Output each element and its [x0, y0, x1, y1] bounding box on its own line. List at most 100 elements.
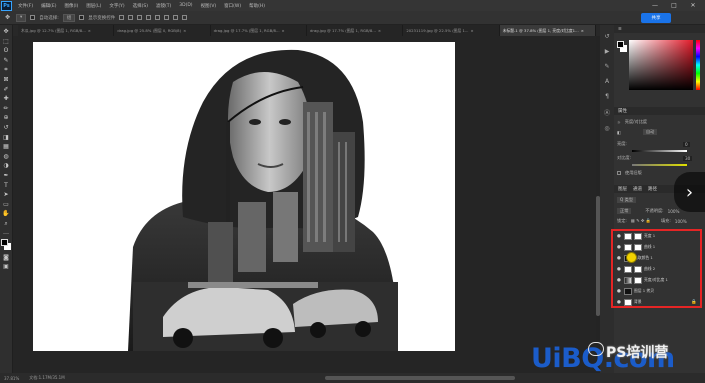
tab-close-icon[interactable]: × — [581, 28, 584, 33]
crop-icon[interactable]: ⌗ — [2, 66, 11, 73]
contrast-value[interactable]: 30 — [683, 155, 693, 161]
history-icon[interactable]: ↺ — [604, 33, 609, 40]
layer-kind-filter[interactable]: Q 类型 — [617, 197, 637, 203]
menu-image[interactable]: 图像(I) — [60, 3, 82, 9]
fill-label: 填充: — [660, 218, 671, 223]
move-tool-icon[interactable]: ✥ — [3, 14, 12, 21]
document-tab[interactable]: drag.jpg @ 25.8% (图层 0, RGB/8) × — [114, 25, 211, 36]
type-icon[interactable]: T — [2, 182, 11, 189]
document-tab[interactable]: drag.jpg @ 17.7% (图层 1, RGB/8... × — [211, 25, 307, 36]
zoom-level[interactable]: 37.81% — [4, 376, 19, 381]
move-icon[interactable]: ✥ — [2, 28, 11, 35]
tab-close-icon[interactable]: × — [88, 28, 91, 33]
document-tab[interactable]: drag.jpg @ 17.7% (图层 1, RGB/8... × — [307, 25, 404, 36]
hand-icon[interactable]: ✋ — [2, 210, 11, 217]
tab-close-icon[interactable]: × — [282, 28, 285, 33]
more-icon[interactable]: … — [2, 229, 11, 236]
menu-3d[interactable]: 3D(D) — [175, 3, 196, 8]
brightness-value[interactable]: 0 — [683, 141, 690, 147]
stamp-icon[interactable]: ⊕ — [2, 114, 11, 121]
canvas-horizontal-scrollbar[interactable] — [325, 376, 515, 380]
menu-select[interactable]: 选择(S) — [129, 3, 152, 9]
hue-slider[interactable] — [696, 40, 700, 90]
foreground-color-swatch[interactable] — [617, 41, 624, 48]
zoom-icon[interactable]: ⌕ — [2, 220, 11, 227]
opacity-value[interactable]: 100% — [668, 209, 680, 214]
paragraph-icon[interactable]: ¶ — [605, 93, 609, 100]
brightness-slider[interactable] — [632, 150, 687, 152]
legacy-checkbox[interactable] — [617, 171, 621, 175]
paths-tab[interactable]: 路径 — [648, 186, 657, 192]
gradient-icon[interactable]: ▦ — [2, 143, 11, 150]
lock-icons[interactable]: ▦ ✎ ✥ 🔒 — [631, 218, 651, 224]
menu-layer[interactable]: 图层(L) — [82, 3, 105, 9]
align-center-icon[interactable] — [128, 15, 134, 20]
foreground-color[interactable] — [1, 239, 8, 247]
eyedropper-icon[interactable]: ✐ — [2, 86, 11, 93]
show-transform-checkbox[interactable] — [79, 15, 85, 20]
contrast-slider[interactable] — [632, 164, 687, 166]
lasso-icon[interactable]: ʘ — [2, 47, 11, 54]
layers-tab[interactable]: 图层 — [618, 186, 627, 192]
menu-filter[interactable]: 滤镜(T) — [152, 3, 175, 9]
frame-icon[interactable]: ⊠ — [2, 76, 11, 83]
pen-icon[interactable]: ✒ — [2, 172, 11, 179]
dodge-icon[interactable]: ◑ — [2, 162, 11, 169]
foreground-background-colors[interactable] — [1, 239, 11, 251]
blend-mode-dropdown[interactable]: 正常 — [617, 208, 632, 214]
next-arrow-button[interactable]: › — [674, 172, 705, 212]
canvas-area[interactable] — [13, 36, 596, 373]
align-right-icon[interactable] — [137, 15, 143, 20]
menu-type[interactable]: 文字(Y) — [105, 3, 128, 9]
align-left-icon[interactable] — [119, 15, 125, 20]
eraser-icon[interactable]: ◨ — [2, 134, 11, 141]
history-brush-icon[interactable]: ↺ — [2, 124, 11, 131]
menu-view[interactable]: 视图(V) — [197, 3, 221, 9]
menu-help[interactable]: 帮助(H) — [245, 3, 269, 9]
marquee-icon[interactable]: ⬚ — [2, 38, 11, 45]
align-top-icon[interactable] — [146, 15, 152, 20]
paths-icon[interactable]: ◎ — [604, 125, 609, 132]
menu-edit[interactable]: 编辑(E) — [37, 3, 60, 9]
menu-file[interactable]: 文件(F) — [14, 3, 37, 9]
auto-select-checkbox[interactable] — [30, 15, 36, 20]
brush-settings-icon[interactable]: ✎ — [604, 63, 609, 70]
quick-mask-icon[interactable]: ◙ — [2, 254, 11, 261]
document-tab[interactable]: 20231119.jpg @ 22.5% (图层 1... × — [403, 25, 500, 36]
color-picker-field[interactable] — [629, 40, 693, 90]
character-icon[interactable]: A — [605, 78, 609, 85]
quick-select-icon[interactable]: ✎ — [2, 57, 11, 64]
document-tab[interactable]: 未标题-1 @ 37.8% (图层 1, 亮度/对比度1... × — [499, 25, 596, 36]
distribute-icon[interactable] — [173, 15, 179, 20]
channels-tab[interactable]: 通道 — [633, 186, 642, 192]
auto-button[interactable]: 自动 — [642, 129, 658, 135]
properties-tab[interactable]: 属性 — [618, 108, 627, 114]
tab-close-icon[interactable]: × — [471, 28, 474, 33]
healing-icon[interactable]: ✚ — [2, 95, 11, 102]
chat-bubble-icon — [588, 342, 604, 356]
screen-mode-icon[interactable]: ▣ — [2, 263, 11, 270]
share-button[interactable]: 共享 — [641, 13, 671, 23]
path-select-icon[interactable]: ➤ — [2, 191, 11, 198]
align-middle-icon[interactable] — [155, 15, 161, 20]
properties-panel-header: 属性 — [614, 107, 705, 115]
fill-value[interactable]: 100% — [675, 219, 687, 224]
blur-icon[interactable]: ◍ — [2, 153, 11, 160]
align-bottom-icon[interactable] — [164, 15, 170, 20]
tab-close-icon[interactable]: × — [183, 28, 186, 33]
tool-preset-picker[interactable]: ▾ — [16, 13, 27, 22]
close-button[interactable]: ✕ — [686, 0, 700, 11]
brush-icon[interactable]: ✏ — [2, 105, 11, 112]
document-canvas[interactable] — [33, 42, 455, 351]
actions-icon[interactable]: ▶ — [605, 48, 610, 55]
menu-window[interactable]: 窗口(W) — [220, 3, 245, 9]
mask-icon[interactable]: ◧ — [617, 130, 621, 135]
shape-icon[interactable]: ▭ — [2, 201, 11, 208]
document-tab[interactable]: 木瓜.jpg @ 12.7% (图层 1, RGB/8... × — [18, 25, 115, 36]
tab-close-icon[interactable]: × — [378, 28, 381, 33]
3d-mode-icon[interactable] — [182, 15, 188, 20]
glyphs-icon[interactable]: Ⓐ — [604, 108, 610, 117]
minimize-button[interactable]: — — [648, 0, 662, 11]
auto-select-dropdown[interactable]: 组 — [62, 13, 76, 22]
maximize-button[interactable]: □ — [667, 0, 681, 11]
